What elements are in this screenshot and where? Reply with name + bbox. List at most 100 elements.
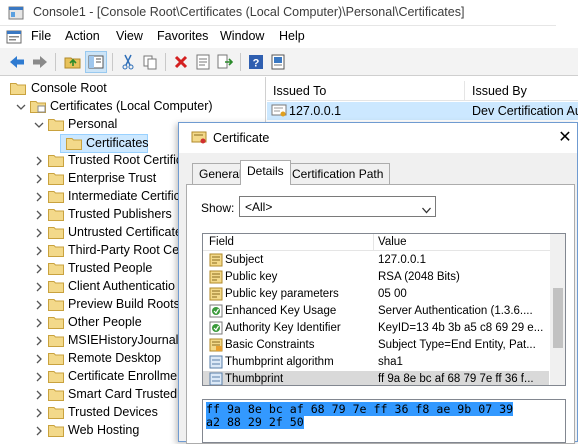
folder-open-icon <box>66 137 82 150</box>
chevron-right-icon[interactable] <box>34 299 44 310</box>
menu-bar: File Action View Favorites Window Help <box>0 27 578 47</box>
field-row-thumbprint[interactable]: Thumbprint ff 9a 8e bc af 68 79 7e ff 36… <box>203 371 549 385</box>
show-hide-tree-icon[interactable] <box>85 51 107 73</box>
tab-details[interactable]: Details <box>240 160 291 185</box>
folder-icon <box>48 316 64 329</box>
close-icon[interactable]: ✕ <box>551 123 578 151</box>
certificate-icon <box>191 131 207 145</box>
folder-icon <box>48 262 64 275</box>
certificate-store-icon <box>30 100 46 113</box>
chevron-right-icon[interactable] <box>34 155 44 166</box>
chevron-right-icon[interactable] <box>34 281 44 292</box>
mmc-app-icon <box>8 5 24 21</box>
window-title: Console1 - [Console Root\Certificates (L… <box>33 5 465 19</box>
chevron-right-icon[interactable] <box>34 227 44 238</box>
tree-item-certificates-local[interactable]: Certificates (Local Computer) <box>4 98 234 116</box>
column-issued-by[interactable]: Issued By <box>472 84 527 98</box>
folder-icon <box>48 298 64 311</box>
column-field[interactable]: Field <box>209 236 234 248</box>
window-title-bar: Console1 - [Console Root\Certificates (L… <box>0 0 578 26</box>
field-row-public-key-params[interactable]: Public key parameters 05 00 <box>203 286 549 303</box>
chevron-right-icon[interactable] <box>34 335 44 346</box>
field-row-public-key[interactable]: Public key RSA (2048 Bits) <box>203 269 549 286</box>
cert-field-icon <box>209 270 223 284</box>
chevron-right-icon[interactable] <box>34 209 44 220</box>
extension-icon <box>209 304 223 318</box>
folder-icon <box>10 82 26 95</box>
chevron-right-icon[interactable] <box>34 263 44 274</box>
chevron-right-icon[interactable] <box>34 389 44 400</box>
folder-icon <box>48 154 64 167</box>
menu-help[interactable]: Help <box>279 29 305 43</box>
chevron-right-icon[interactable] <box>34 173 44 184</box>
cell-issued-to: 127.0.0.1 <box>289 104 342 118</box>
chevron-right-icon[interactable] <box>34 407 44 418</box>
properties-icon[interactable] <box>192 51 214 73</box>
help-book-icon[interactable] <box>267 51 289 73</box>
column-value[interactable]: Value <box>378 236 407 248</box>
column-issued-to[interactable]: Issued To <box>273 84 326 98</box>
copy-icon[interactable] <box>139 51 161 73</box>
field-row-enhanced-key-usage[interactable]: Enhanced Key Usage Server Authentication… <box>203 303 549 320</box>
chevron-right-icon[interactable] <box>34 191 44 202</box>
fields-scrollbar[interactable] <box>550 234 565 385</box>
folder-icon <box>48 370 64 383</box>
help-icon[interactable]: ? <box>245 51 267 73</box>
field-row-basic-constraints[interactable]: Basic Constraints Subject Type=End Entit… <box>203 337 549 354</box>
field-row-subject[interactable]: Subject 127.0.0.1 <box>203 252 549 269</box>
menu-action[interactable]: Action <box>65 29 100 43</box>
folder-icon <box>48 244 64 257</box>
field-row-thumbprint-algorithm[interactable]: Thumbprint algorithm sha1 <box>203 354 549 371</box>
console-menu-icon[interactable] <box>6 29 22 45</box>
folder-icon <box>48 406 64 419</box>
chevron-right-icon[interactable] <box>34 371 44 382</box>
fields-list: Field Value Subject 127.0.0.1 Public key… <box>202 233 566 386</box>
folder-icon <box>48 280 64 293</box>
tree-item-console-root[interactable]: Console Root <box>4 80 204 98</box>
svg-text:?: ? <box>253 58 260 70</box>
menu-file[interactable]: File <box>31 29 51 43</box>
chevron-right-icon[interactable] <box>34 353 44 364</box>
tree-item-personal[interactable]: Personal <box>4 116 204 134</box>
back-icon[interactable] <box>6 51 28 73</box>
tab-certification-path[interactable]: Certification Path <box>285 163 391 184</box>
chevron-down-icon <box>422 203 431 214</box>
cut-icon[interactable] <box>117 51 139 73</box>
critical-extension-icon <box>209 338 223 352</box>
up-folder-icon[interactable] <box>62 51 84 73</box>
folder-icon <box>48 226 64 239</box>
fields-header: Field Value <box>203 234 551 251</box>
menu-window[interactable]: Window <box>220 29 264 43</box>
property-icon <box>209 372 223 385</box>
show-dropdown-value: <All> <box>245 200 273 214</box>
delete-icon[interactable] <box>170 51 192 73</box>
chevron-right-icon[interactable] <box>34 317 44 328</box>
certificate-icon <box>271 104 287 118</box>
field-row-authority-key-id[interactable]: Authority Key Identifier KeyID=13 4b 3b … <box>203 320 549 337</box>
scrollbar-thumb[interactable] <box>553 288 563 348</box>
folder-icon <box>48 424 64 437</box>
menu-view[interactable]: View <box>116 29 143 43</box>
folder-icon <box>48 334 64 347</box>
menu-favorites[interactable]: Favorites <box>157 29 208 43</box>
dialog-title: Certificate <box>213 131 270 145</box>
show-label: Show: <box>201 201 235 215</box>
export-icon[interactable] <box>214 51 236 73</box>
table-row[interactable]: 127.0.0.1 Dev Certification Au <box>267 102 578 120</box>
property-icon <box>209 355 223 369</box>
extension-icon <box>209 321 223 335</box>
chevron-down-icon[interactable] <box>16 101 26 111</box>
toolbar: ? <box>0 48 578 76</box>
chevron-right-icon[interactable] <box>34 425 44 436</box>
chevron-down-icon[interactable] <box>34 119 44 129</box>
folder-icon <box>48 388 64 401</box>
chevron-right-icon[interactable] <box>34 245 44 256</box>
value-textbox[interactable]: ff 9a 8e bc af 68 79 7e ff 36 f8 ae 9b 0… <box>202 399 566 443</box>
cell-issued-by: Dev Certification Au <box>472 104 578 118</box>
window-controls[interactable] <box>556 0 578 26</box>
forward-icon[interactable] <box>29 51 51 73</box>
certificate-dialog: Certificate ✕ General Details Certificat… <box>178 122 578 444</box>
show-dropdown[interactable]: <All> <box>239 196 436 217</box>
list-header: Issued To Issued By <box>267 81 578 101</box>
tree-item-certificates[interactable]: Certificates <box>60 134 149 153</box>
